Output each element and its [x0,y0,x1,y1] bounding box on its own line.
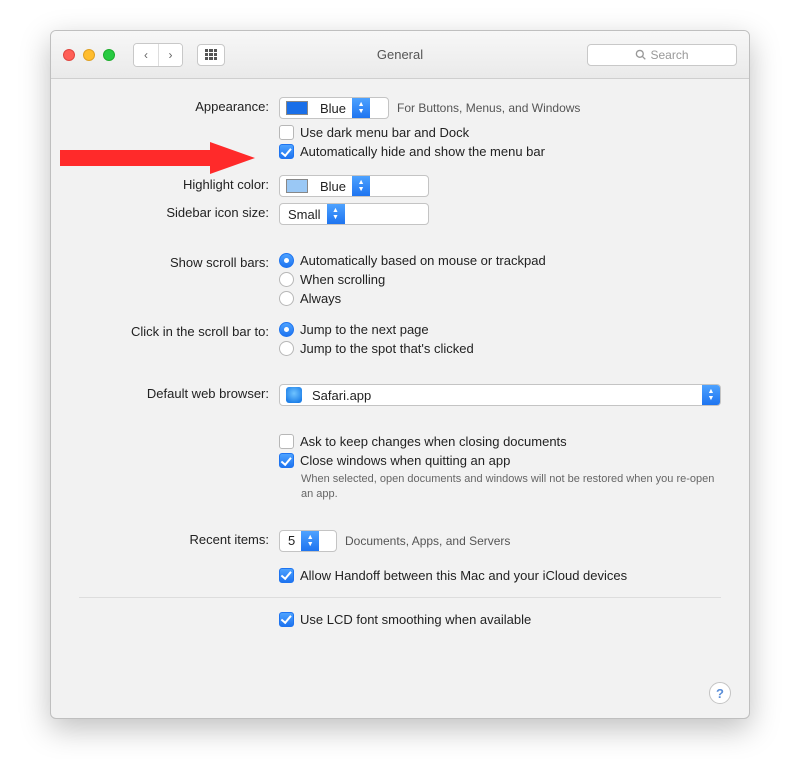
radio-icon [279,272,294,287]
radio-icon [279,291,294,306]
close-windows-label: Close windows when quitting an app [300,453,510,468]
recent-hint: Documents, Apps, and Servers [345,534,510,548]
grid-icon [205,49,217,61]
scrollbars-always-radio[interactable]: Always [279,291,721,306]
dark-menu-label: Use dark menu bar and Dock [300,125,469,140]
appearance-value: Blue [314,101,352,116]
separator [79,597,721,598]
sidebar-size-select[interactable]: Small ▲▼ [279,203,429,225]
scrollbars-label: Show scroll bars: [79,253,279,270]
minimize-button[interactable] [83,49,95,61]
auto-hide-menu-checkbox[interactable]: Automatically hide and show the menu bar [279,144,721,159]
titlebar: ‹ › General Search [51,31,749,79]
dark-menu-checkbox[interactable]: Use dark menu bar and Dock [279,125,721,140]
recent-select[interactable]: 5 ▲▼ [279,530,337,552]
updown-icon: ▲▼ [352,98,370,118]
window-controls [63,49,115,61]
browser-value: Safari.app [306,388,702,403]
swatch-icon [286,179,308,193]
scrollbars-option-label: When scrolling [300,272,385,287]
lcd-smoothing-label: Use LCD font smoothing when available [300,612,531,627]
recent-value: 5 [280,533,301,548]
checkbox-icon [279,612,294,627]
help-button[interactable]: ? [709,682,731,704]
appearance-select[interactable]: Blue ▲▼ [279,97,389,119]
forward-button[interactable]: › [158,44,182,66]
handoff-label: Allow Handoff between this Mac and your … [300,568,627,583]
back-button[interactable]: ‹ [134,44,158,66]
close-button[interactable] [63,49,75,61]
checkbox-icon [279,568,294,583]
updown-icon: ▲▼ [702,385,720,405]
browser-label: Default web browser: [79,384,279,401]
scrollclick-option-label: Jump to the spot that's clicked [300,341,474,356]
auto-hide-menu-label: Automatically hide and show the menu bar [300,144,545,159]
search-placeholder: Search [650,48,688,62]
scrollclick-nextpage-radio[interactable]: Jump to the next page [279,322,721,337]
ask-keep-label: Ask to keep changes when closing documen… [300,434,567,449]
appearance-label: Appearance: [79,97,279,114]
recent-label: Recent items: [79,530,279,547]
highlight-select[interactable]: Blue ▲▼ [279,175,429,197]
safari-icon [286,387,302,403]
sidebar-size-value: Small [280,207,327,222]
updown-icon: ▲▼ [301,531,319,551]
checkbox-icon [279,144,294,159]
close-windows-checkbox[interactable]: Close windows when quitting an app [279,453,721,468]
appearance-hint: For Buttons, Menus, and Windows [397,101,580,115]
highlight-label: Highlight color: [79,175,279,192]
updown-icon: ▲▼ [352,176,370,196]
scrollbars-scrolling-radio[interactable]: When scrolling [279,272,721,287]
scrollclick-spot-radio[interactable]: Jump to the spot that's clicked [279,341,721,356]
browser-select[interactable]: Safari.app ▲▼ [279,384,721,406]
close-windows-hint: When selected, open documents and window… [279,472,721,502]
preferences-window: ‹ › General Search Appearance: Blue ▲▼ F… [50,30,750,719]
scrollbars-option-label: Always [300,291,341,306]
preferences-body: Appearance: Blue ▲▼ For Buttons, Menus, … [51,79,749,657]
sidebar-size-label: Sidebar icon size: [79,203,279,220]
checkbox-icon [279,434,294,449]
radio-icon [279,253,294,268]
highlight-value: Blue [314,179,352,194]
zoom-button[interactable] [103,49,115,61]
updown-icon: ▲▼ [327,204,345,224]
lcd-smoothing-checkbox[interactable]: Use LCD font smoothing when available [279,612,721,627]
scrollclick-option-label: Jump to the next page [300,322,429,337]
radio-icon [279,341,294,356]
search-icon [635,49,646,60]
checkbox-icon [279,125,294,140]
scrollbars-option-label: Automatically based on mouse or trackpad [300,253,546,268]
radio-icon [279,322,294,337]
checkbox-icon [279,453,294,468]
swatch-icon [286,101,308,115]
ask-keep-checkbox[interactable]: Ask to keep changes when closing documen… [279,434,721,449]
scrollclick-label: Click in the scroll bar to: [79,322,279,339]
nav-segment: ‹ › [133,43,183,67]
scrollbars-auto-radio[interactable]: Automatically based on mouse or trackpad [279,253,721,268]
search-input[interactable]: Search [587,44,737,66]
handoff-checkbox[interactable]: Allow Handoff between this Mac and your … [279,568,721,583]
show-all-button[interactable] [197,44,225,66]
